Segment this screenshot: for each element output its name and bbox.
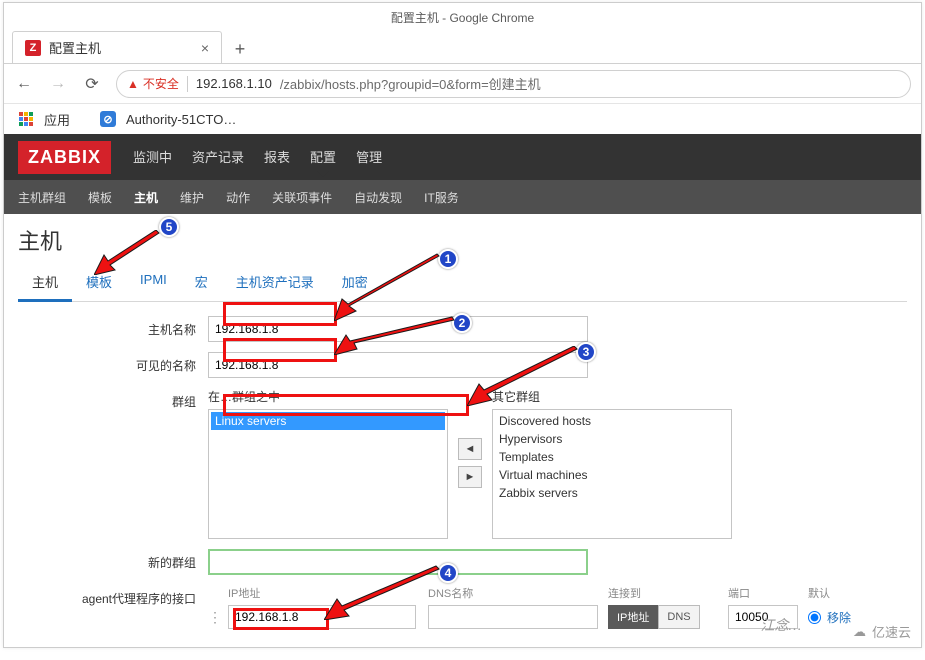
tab-macros[interactable]: 宏 xyxy=(181,264,222,301)
warning-icon: ▲ xyxy=(127,77,139,91)
interface-dns-input[interactable] xyxy=(428,605,598,629)
subnav-actions[interactable]: 动作 xyxy=(226,189,250,206)
group-option[interactable]: Virtual machines xyxy=(495,466,729,484)
seg-dns-button[interactable]: DNS xyxy=(658,605,699,629)
subnav-services[interactable]: IT服务 xyxy=(424,189,459,206)
annotation-badge-2: 2 xyxy=(452,313,472,333)
tab-ipmi[interactable]: IPMI xyxy=(126,264,181,301)
subnav-hostgroups[interactable]: 主机群组 xyxy=(18,189,66,206)
annotation-badge-4: 4 xyxy=(438,563,458,583)
col-dns: DNS名称 xyxy=(428,585,608,601)
group-option[interactable]: Templates xyxy=(495,448,729,466)
subnav-maintenance[interactable]: 维护 xyxy=(180,189,204,206)
remove-interface-link[interactable]: 移除 xyxy=(827,609,851,626)
forward-icon[interactable]: → xyxy=(48,75,68,93)
browser-tab[interactable]: Z 配置主机 × xyxy=(12,31,222,63)
nav-admin[interactable]: 管理 xyxy=(356,147,382,168)
annotation-highlight xyxy=(223,302,337,326)
main-nav: 监测中 资产记录 报表 配置 管理 xyxy=(133,147,382,168)
group-option[interactable]: Discovered hosts xyxy=(495,412,729,430)
annotation-badge-3: 3 xyxy=(576,342,596,362)
back-icon[interactable]: ← xyxy=(14,75,34,93)
tab-close-icon[interactable]: × xyxy=(201,40,209,56)
divider xyxy=(187,76,188,92)
annotation-highlight xyxy=(223,338,337,362)
form-tabs: 主机 模板 IPMI 宏 主机资产记录 加密 xyxy=(18,264,907,302)
bookmark-link[interactable]: Authority-51CTO… xyxy=(126,112,236,127)
in-groups-listbox[interactable]: Linux servers xyxy=(208,409,448,539)
sub-nav: 主机群组 模板 主机 维护 动作 关联项事件 自动发现 IT服务 xyxy=(4,180,921,214)
page-body: 主机 主机 模板 IPMI 宏 主机资产记录 加密 主机名称 可见的名称 群组 … xyxy=(4,214,921,629)
other-groups-listbox[interactable]: Discovered hosts Hypervisors Templates V… xyxy=(492,409,732,539)
toolbar: ← → ⟳ ▲ 不安全 192.168.1.10/zabbix/hosts.ph… xyxy=(4,64,921,104)
address-bar[interactable]: ▲ 不安全 192.168.1.10/zabbix/hosts.php?grou… xyxy=(116,70,911,98)
apps-label[interactable]: 应用 xyxy=(44,110,70,129)
drag-handle-icon[interactable]: ⋮⋮ xyxy=(208,609,228,626)
tab-title: 配置主机 xyxy=(49,38,101,57)
annotation-highlight xyxy=(223,394,469,416)
window-title: 配置主机 - Google Chrome xyxy=(4,3,921,30)
default-interface-radio[interactable] xyxy=(808,611,821,624)
col-default: 默认 xyxy=(808,585,868,601)
url-path: /zabbix/hosts.php?groupid=0&form=创建主机 xyxy=(280,74,541,93)
group-option[interactable]: Hypervisors xyxy=(495,430,729,448)
connect-to-segment: IP地址 DNS xyxy=(608,605,728,629)
nav-config[interactable]: 配置 xyxy=(310,147,336,168)
nav-monitoring[interactable]: 监测中 xyxy=(133,147,172,168)
subnav-correlation[interactable]: 关联项事件 xyxy=(272,189,332,206)
zabbix-favicon: Z xyxy=(25,40,41,56)
tab-inventory[interactable]: 主机资产记录 xyxy=(222,264,328,301)
label-agent-interface: agent代理程序的接口 xyxy=(18,585,208,607)
watermark-brand: ☁ 亿速云 xyxy=(853,622,911,641)
move-left-button[interactable]: ◄ xyxy=(458,438,482,460)
label-visible-name: 可见的名称 xyxy=(18,352,208,374)
seg-ip-button[interactable]: IP地址 xyxy=(608,605,658,629)
tab-encryption[interactable]: 加密 xyxy=(328,264,382,301)
group-option[interactable]: Zabbix servers xyxy=(495,484,729,502)
tab-strip: Z 配置主机 × + xyxy=(4,30,921,64)
annotation-badge-1: 1 xyxy=(438,249,458,269)
nav-reports[interactable]: 报表 xyxy=(264,147,290,168)
subnav-discovery[interactable]: 自动发现 xyxy=(354,189,402,206)
new-group-input[interactable] xyxy=(208,549,588,575)
page-title: 主机 xyxy=(18,224,907,256)
zabbix-logo[interactable]: ZABBIX xyxy=(18,141,111,174)
subnav-hosts[interactable]: 主机 xyxy=(134,189,158,206)
move-right-button[interactable]: ► xyxy=(458,466,482,488)
watermark-author: 江念… xyxy=(761,615,801,635)
insecure-badge[interactable]: ▲ 不安全 xyxy=(127,75,179,92)
cloud-icon: ☁ xyxy=(853,624,866,640)
bookmarks-bar: 应用 ⊘ Authority-51CTO… xyxy=(4,104,921,134)
col-connect: 连接到 xyxy=(608,585,728,601)
nav-inventory[interactable]: 资产记录 xyxy=(192,147,244,168)
reload-icon[interactable]: ⟳ xyxy=(82,74,102,94)
new-tab-button[interactable]: + xyxy=(226,35,254,63)
apps-icon[interactable] xyxy=(18,111,34,127)
annotation-highlight xyxy=(233,608,329,630)
label-new-group: 新的群组 xyxy=(18,549,208,571)
tab-host[interactable]: 主机 xyxy=(18,264,72,302)
zabbix-header: ZABBIX 监测中 资产记录 报表 配置 管理 xyxy=(4,134,921,180)
url-host: 192.168.1.10 xyxy=(196,76,272,91)
label-groups: 群组 xyxy=(18,388,208,410)
label-other-groups: 其它群组 xyxy=(492,388,732,405)
annotation-badge-5: 5 xyxy=(159,217,179,237)
label-hostname: 主机名称 xyxy=(18,316,208,338)
col-ip: IP地址 xyxy=(228,585,428,601)
col-port: 端口 xyxy=(728,585,808,601)
subnav-templates[interactable]: 模板 xyxy=(88,189,112,206)
host-form: 主机名称 可见的名称 群组 在…群组之中 Linux servers ◄ ► 其… xyxy=(18,316,907,629)
bookmark-favicon: ⊘ xyxy=(100,111,116,127)
tab-templates[interactable]: 模板 xyxy=(72,264,126,301)
